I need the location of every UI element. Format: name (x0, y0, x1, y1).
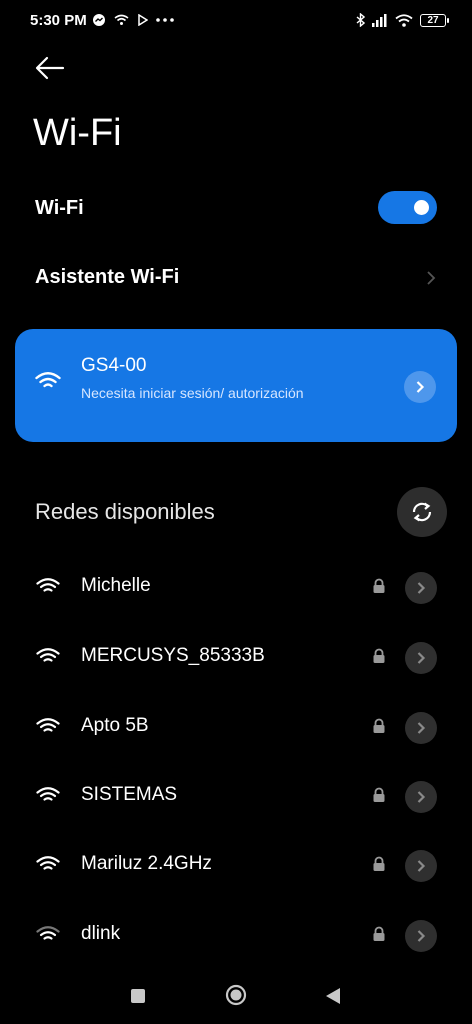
chevron-right-icon (417, 791, 426, 803)
connected-network-details-button[interactable] (404, 371, 436, 403)
chevron-right-icon (417, 860, 426, 872)
network-row[interactable]: dlink (0, 904, 472, 968)
status-time: 5:30 PM (30, 12, 87, 29)
chevron-right-icon (427, 271, 436, 285)
network-name: Michelle (81, 575, 151, 596)
network-row[interactable]: Mariluz 2.4GHz (0, 834, 472, 898)
lock-icon (373, 787, 385, 802)
network-details-button[interactable] (405, 920, 437, 952)
lock-icon (373, 926, 385, 941)
messenger-icon (93, 14, 105, 26)
network-row[interactable]: Apto 5B (0, 696, 472, 760)
lock-icon (373, 648, 385, 663)
refresh-button[interactable] (397, 487, 447, 537)
chevron-right-icon (417, 930, 426, 942)
battery-level: 27 (427, 14, 439, 26)
network-row[interactable]: MERCUSYS_85333B (0, 626, 472, 690)
lock-icon (373, 718, 385, 733)
wifi-signal-icon (36, 856, 60, 870)
system-status-icons: 27 (356, 10, 449, 30)
wifi-signal-icon (36, 648, 60, 662)
network-name: MERCUSYS_85333B (81, 645, 265, 666)
refresh-icon (412, 502, 432, 522)
network-name: Mariluz 2.4GHz (81, 853, 212, 874)
network-name: dlink (81, 923, 121, 944)
network-details-button[interactable] (405, 781, 437, 813)
status-bar: 5:30 PM 27 (0, 0, 472, 40)
network-details-button[interactable] (405, 572, 437, 604)
network-details-button[interactable] (405, 642, 437, 674)
wifi-signal-icon (36, 718, 60, 732)
more-icon (156, 18, 174, 22)
chevron-right-icon (416, 381, 425, 393)
page-title: Wi-Fi (33, 112, 122, 154)
notification-icons (92, 10, 174, 30)
chevron-right-icon (417, 582, 426, 594)
lock-icon (373, 578, 385, 593)
chevron-right-icon (417, 652, 426, 664)
wifi-signal-icon (36, 787, 60, 801)
wifi-notification-icon (114, 14, 129, 25)
home-button[interactable] (225, 984, 247, 1006)
connected-network-status: Necesita iniciar sesión/ autorización (81, 385, 304, 401)
network-details-button[interactable] (405, 850, 437, 882)
navigation-bar (0, 970, 472, 1024)
signal-icon (372, 13, 387, 27)
battery-indicator: 27 (420, 13, 449, 27)
wifi-toggle-label: Wi-Fi (35, 197, 84, 219)
toggle-knob (414, 200, 429, 215)
network-row[interactable]: Michelle (0, 556, 472, 620)
network-details-button[interactable] (405, 712, 437, 744)
wifi-status-icon (395, 13, 413, 27)
back-arrow-icon[interactable] (34, 54, 66, 82)
wifi-assistant-label[interactable]: Asistente Wi-Fi (35, 266, 179, 289)
lock-icon (373, 856, 385, 871)
available-networks-title: Redes disponibles (35, 499, 215, 524)
connected-network-name: GS4-00 (81, 355, 147, 376)
network-name: Apto 5B (81, 715, 149, 736)
wifi-signal-icon (36, 578, 60, 592)
network-name: SISTEMAS (81, 784, 178, 805)
connected-network-card[interactable]: GS4-00 Necesita iniciar sesión/ autoriza… (15, 329, 457, 442)
nav-back-button[interactable] (325, 987, 341, 1005)
wifi-signal-icon (36, 926, 60, 940)
network-row[interactable]: SISTEMAS (0, 765, 472, 829)
bluetooth-icon (356, 13, 365, 27)
chevron-right-icon (417, 722, 426, 734)
wifi-signal-icon (35, 372, 61, 388)
play-icon (138, 14, 148, 26)
recents-button[interactable] (131, 989, 145, 1003)
wifi-toggle-switch[interactable] (378, 191, 437, 224)
